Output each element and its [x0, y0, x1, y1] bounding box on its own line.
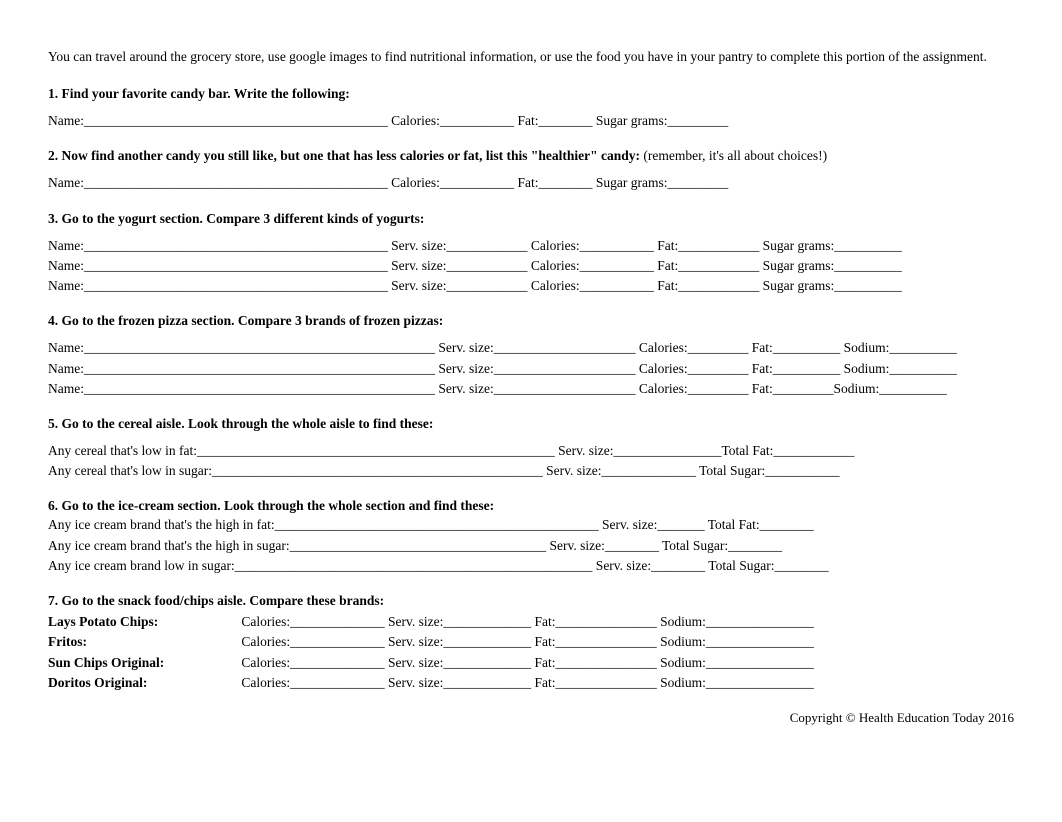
q4-row-2[interactable]: Name:___________________________________… [48, 360, 1014, 378]
q5-row-1[interactable]: Any cereal that's low in fat:___________… [48, 442, 1014, 460]
q6-row-2[interactable]: Any ice cream brand that's the high in s… [48, 537, 1014, 555]
q7-brand-3-fields[interactable]: Calories:______________ Serv. size:_____… [241, 655, 813, 670]
q3-row-3[interactable]: Name:___________________________________… [48, 277, 1014, 295]
q4-row-1[interactable]: Name:___________________________________… [48, 339, 1014, 357]
q7-brand-2: Fritos: [48, 633, 238, 651]
q1-heading: 1. Find your favorite candy bar. Write t… [48, 86, 1014, 102]
q7-brand-row-1[interactable]: Lays Potato Chips: Calories:____________… [48, 613, 1014, 631]
q5-heading: 5. Go to the cereal aisle. Look through … [48, 416, 1014, 432]
q7-brand-row-3[interactable]: Sun Chips Original: Calories:___________… [48, 654, 1014, 672]
q7-brand-4: Doritos Original: [48, 674, 238, 692]
q4-heading: 4. Go to the frozen pizza section. Compa… [48, 313, 1014, 329]
copyright-footer: Copyright © Health Education Today 2016 [48, 710, 1014, 726]
q2-heading: 2. Now find another candy you still like… [48, 148, 1014, 164]
q1-fields[interactable]: Name:___________________________________… [48, 112, 1014, 130]
q7-heading: 7. Go to the snack food/chips aisle. Com… [48, 593, 1014, 609]
q7-brand-1: Lays Potato Chips: [48, 613, 238, 631]
q2-heading-note: (remember, it's all about choices!) [640, 148, 827, 163]
q2-fields[interactable]: Name:___________________________________… [48, 174, 1014, 192]
intro-text: You can travel around the grocery store,… [48, 48, 1014, 66]
q7-brand-row-2[interactable]: Fritos: Calories:______________ Serv. si… [48, 633, 1014, 651]
q4-row-3[interactable]: Name:___________________________________… [48, 380, 1014, 398]
q7-brand-2-fields[interactable]: Calories:______________ Serv. size:_____… [241, 634, 813, 649]
q7-brand-3: Sun Chips Original: [48, 654, 238, 672]
q5-row-2[interactable]: Any cereal that's low in sugar:_________… [48, 462, 1014, 480]
q3-heading: 3. Go to the yogurt section. Compare 3 d… [48, 211, 1014, 227]
q7-brand-row-4[interactable]: Doritos Original: Calories:_____________… [48, 674, 1014, 692]
q6-row-1[interactable]: Any ice cream brand that's the high in f… [48, 516, 1014, 534]
q6-row-3[interactable]: Any ice cream brand low in sugar:_______… [48, 557, 1014, 575]
q2-heading-bold: 2. Now find another candy you still like… [48, 148, 640, 163]
q3-row-1[interactable]: Name:___________________________________… [48, 237, 1014, 255]
q3-row-2[interactable]: Name:___________________________________… [48, 257, 1014, 275]
q7-brand-1-fields[interactable]: Calories:______________ Serv. size:_____… [241, 614, 813, 629]
q6-heading: 6. Go to the ice-cream section. Look thr… [48, 498, 1014, 514]
q7-brand-4-fields[interactable]: Calories:______________ Serv. size:_____… [241, 675, 813, 690]
